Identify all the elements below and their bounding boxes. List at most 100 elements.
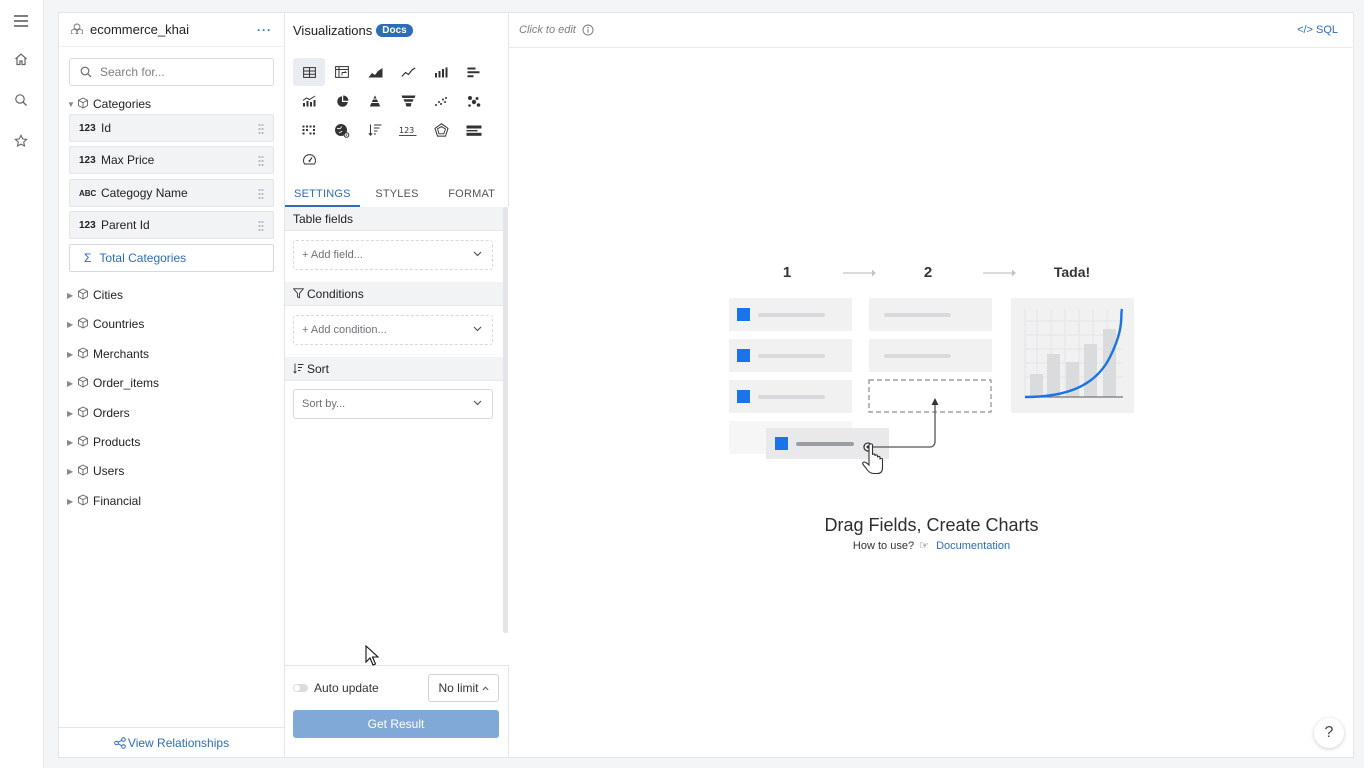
auto-update-label: Auto update	[314, 681, 379, 695]
search-icon	[80, 66, 92, 78]
field-item[interactable]: 123 Max Price	[69, 146, 274, 174]
bubble-chart-icon[interactable]	[458, 87, 490, 115]
field-name: Id	[101, 121, 112, 135]
model-products[interactable]: ▶ Products	[67, 433, 140, 451]
pie-chart-icon[interactable]	[326, 87, 358, 115]
radar-chart-icon[interactable]	[425, 116, 457, 144]
divider	[285, 665, 509, 666]
drag-handle-icon[interactable]	[258, 220, 264, 231]
add-field-dropdown[interactable]: + Add field...	[293, 240, 493, 270]
cube-icon	[77, 463, 89, 479]
model-order-items[interactable]: ▶ Order_items	[67, 374, 159, 392]
home-icon[interactable]	[10, 48, 32, 70]
result-chart-thumbnail	[1011, 298, 1134, 413]
help-button[interactable]: ?	[1314, 718, 1344, 748]
conditions-title: Conditions	[307, 286, 364, 301]
step-arrow	[983, 269, 1016, 277]
model-name: Order_items	[93, 376, 160, 390]
combo-chart-icon[interactable]	[293, 87, 325, 115]
field-item[interactable]: 123 Parent Id	[69, 211, 274, 239]
settings-scrollbar[interactable]	[503, 207, 508, 633]
add-condition-dropdown[interactable]: + Add condition...	[293, 315, 493, 345]
bullet-chart-icon[interactable]	[458, 116, 490, 144]
model-categories[interactable]: ▼ Categories	[67, 95, 151, 113]
model-name: Countries	[93, 317, 145, 331]
column-chart-icon[interactable]	[425, 58, 457, 86]
search-input[interactable]	[100, 65, 260, 79]
pyramid-chart-icon[interactable]	[359, 87, 391, 115]
more-options-button[interactable]: ···	[257, 23, 272, 37]
view-relationships-link[interactable]: View Relationships	[59, 727, 284, 757]
map-icon[interactable]	[326, 116, 358, 144]
documentation-link[interactable]: Documentation	[936, 540, 1010, 552]
drag-handle-icon[interactable]	[258, 155, 264, 166]
field-type-badge: 123	[79, 154, 96, 166]
area-chart-icon[interactable]	[359, 58, 391, 86]
caret-right-icon: ▶	[67, 349, 74, 359]
auto-update-toggle[interactable]: Auto update	[293, 681, 379, 695]
scatter-chart-icon[interactable]	[425, 87, 457, 115]
step-arrow	[843, 269, 876, 277]
dataset-title: ecommerce_khai	[90, 22, 189, 37]
add-condition-placeholder: + Add condition...	[302, 324, 387, 336]
sort-by-dropdown[interactable]: Sort by...	[293, 389, 493, 419]
field-item[interactable]: 123 Id	[69, 114, 274, 142]
info-icon[interactable]	[582, 24, 594, 36]
canvas-area: Click to edit </> SQL 1 2 Tada! Drag Fie…	[509, 13, 1354, 757]
sql-label: SQL	[1315, 24, 1338, 36]
workspace-frame: ecommerce_khai ··· ▼ Categories 123 Id 1…	[58, 12, 1354, 758]
pointing-hand-icon: ☞	[919, 540, 930, 552]
bar-chart-icon[interactable]	[458, 58, 490, 86]
get-result-button[interactable]: Get Result	[293, 710, 499, 738]
search-icon[interactable]	[10, 89, 32, 111]
cube-icon	[77, 405, 89, 421]
dataset-icon	[70, 22, 84, 37]
pivot-table-icon[interactable]	[326, 58, 358, 86]
settings-tabs: SETTINGS STYLES FORMAT	[285, 183, 509, 207]
menu-icon[interactable]	[10, 10, 32, 32]
star-icon[interactable]	[10, 130, 32, 152]
model-orders[interactable]: ▶ Orders	[67, 404, 130, 422]
model-merchants[interactable]: ▶ Merchants	[67, 345, 149, 363]
drag-handle-icon[interactable]	[258, 188, 264, 199]
visualization-panel: Visualizations Docs 123 SETTINGS STYLES …	[285, 13, 509, 757]
chevron-down-icon	[473, 400, 482, 406]
model-cities[interactable]: ▶ Cities	[67, 286, 123, 304]
chevron-up-icon	[481, 685, 489, 690]
drag-handle-icon[interactable]	[258, 123, 264, 134]
tab-format[interactable]: FORMAT	[434, 183, 509, 207]
data-model-panel: ecommerce_khai ··· ▼ Categories 123 Id 1…	[59, 13, 285, 757]
toggle-switch[interactable]	[293, 684, 308, 692]
funnel-chart-icon[interactable]	[392, 87, 424, 115]
line-chart-icon[interactable]	[392, 58, 424, 86]
cube-icon	[77, 96, 89, 112]
model-name: Merchants	[93, 347, 150, 361]
tab-settings[interactable]: SETTINGS	[285, 183, 360, 207]
cube-icon	[77, 287, 89, 303]
field-type-badge: ABC	[79, 188, 97, 198]
tab-styles[interactable]: STYLES	[360, 183, 435, 207]
caret-right-icon: ▶	[67, 319, 74, 329]
gauge-icon[interactable]	[293, 145, 325, 173]
app-root: ecommerce_khai ··· ▼ Categories 123 Id 1…	[0, 0, 1364, 768]
caret-down-icon: ▼	[67, 99, 75, 109]
model-name: Financial	[93, 494, 142, 508]
model-users[interactable]: ▶ Users	[67, 462, 124, 480]
caret-right-icon: ▶	[67, 290, 74, 300]
model-countries[interactable]: ▶ Countries	[67, 315, 144, 333]
metric-total-categories[interactable]: Σ Total Categories	[69, 244, 274, 272]
model-financial[interactable]: ▶ Financial	[67, 492, 141, 510]
table-icon[interactable]	[293, 58, 325, 86]
field-name: Categogy Name	[101, 186, 188, 200]
click-to-edit-title[interactable]: Click to edit	[519, 24, 576, 36]
heatmap-icon[interactable]	[293, 116, 325, 144]
row-limit-select[interactable]: No limit	[428, 674, 499, 702]
cube-icon	[77, 316, 89, 332]
kpi-number-icon[interactable]: 123	[392, 116, 424, 144]
sort-icon	[293, 363, 304, 374]
docs-badge[interactable]: Docs	[376, 23, 413, 37]
sorted-list-icon[interactable]	[359, 116, 391, 144]
svg-text:123: 123	[399, 126, 414, 135]
field-item[interactable]: ABC Categogy Name	[69, 179, 274, 207]
sql-button[interactable]: </> SQL	[1297, 24, 1338, 36]
